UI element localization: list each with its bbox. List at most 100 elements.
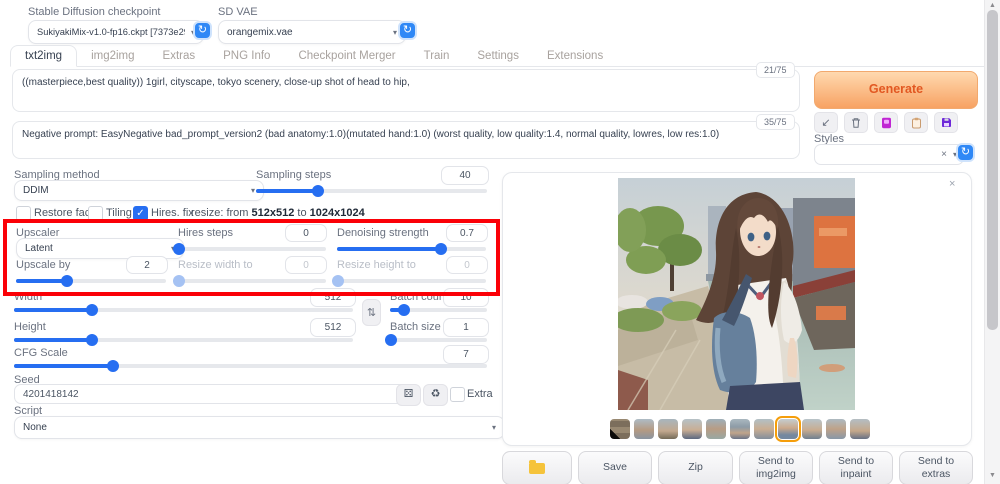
generate-button[interactable]: Generate — [814, 71, 978, 109]
sampling-method-value: DDIM — [23, 185, 49, 196]
refresh-icon: ↻ — [402, 24, 413, 36]
restore-faces-checkbox[interactable] — [16, 206, 31, 221]
clear-styles-icon[interactable]: × — [941, 149, 947, 160]
tab-settings[interactable]: Settings — [463, 46, 533, 66]
denoising-strength-input[interactable] — [446, 224, 488, 242]
sampling-steps-slider[interactable] — [256, 185, 487, 197]
refresh-icon: ↻ — [197, 24, 208, 36]
hires-fix-checkbox[interactable]: ✓ — [133, 206, 148, 221]
width-slider[interactable] — [14, 304, 353, 316]
refresh-styles-button[interactable]: ↻ — [956, 143, 975, 162]
extra-networks-card-icon — [881, 117, 891, 128]
swap-width-height-button[interactable]: ⇅ — [362, 299, 381, 326]
resize-width-slider[interactable] — [173, 275, 326, 287]
resize-width-label: Resize width to — [178, 259, 253, 271]
tab-txt2img[interactable]: txt2img — [10, 45, 78, 67]
clipboard-icon — [911, 117, 921, 128]
reuse-seed-button[interactable]: ♻ — [423, 384, 448, 406]
paste-arrow-icon: ↙ — [821, 117, 831, 129]
paste-params-button[interactable]: ↙ — [814, 112, 838, 133]
script-dropdown[interactable]: None ▾ — [14, 416, 505, 439]
send-to-img2img-button[interactable]: Send to img2img — [739, 451, 813, 484]
extra-seed-checkbox[interactable] — [450, 387, 465, 402]
gallery-thumbnail[interactable] — [706, 419, 726, 439]
negative-prompt-input[interactable]: Negative prompt: EasyNegative bad_prompt… — [12, 121, 800, 159]
checkpoint-dropdown[interactable]: SukiyakiMix-v1.0-fp16.ckpt [7373e2927c] … — [28, 20, 204, 44]
checkpoint-value: SukiyakiMix-v1.0-fp16.ckpt [7373e2927c] — [37, 27, 185, 37]
gallery-thumbnail-selected[interactable] — [775, 416, 801, 442]
gallery-thumbnail[interactable] — [634, 419, 654, 439]
width-label: Width — [14, 291, 43, 303]
hires-steps-label: Hires steps — [178, 227, 234, 239]
cfg-scale-label: CFG Scale — [14, 347, 68, 359]
resize-height-slider[interactable] — [332, 275, 486, 287]
tiling-label: Tiling — [106, 207, 132, 219]
clear-prompt-button[interactable] — [844, 112, 868, 133]
upscaler-value: Latent — [25, 243, 53, 254]
send-to-extras-button[interactable]: Send to extras — [899, 451, 973, 484]
resize-height-input[interactable] — [446, 256, 488, 274]
checkpoint-label: Stable Diffusion checkpoint — [28, 6, 161, 18]
gallery-thumbnail[interactable] — [658, 419, 678, 439]
save-button[interactable]: Save — [578, 451, 652, 484]
height-slider[interactable] — [14, 334, 353, 346]
tab-png-info[interactable]: PNG Info — [209, 46, 284, 66]
extra-networks-button[interactable] — [874, 112, 898, 133]
tiling-checkbox[interactable] — [88, 206, 103, 221]
zip-button[interactable]: Zip — [658, 451, 733, 484]
prompt-tools-row: ↙ — [814, 112, 958, 133]
sampling-steps-label: Sampling steps — [256, 169, 332, 181]
open-folder-button[interactable] — [502, 451, 572, 484]
close-gallery-icon[interactable]: × — [947, 176, 957, 192]
gallery-thumbnail[interactable] — [802, 419, 822, 439]
chevron-down-icon: ▾ — [250, 186, 255, 195]
apply-styles-button[interactable] — [904, 112, 928, 133]
hires-steps-input[interactable] — [285, 224, 327, 242]
send-to-inpaint-button[interactable]: Send to inpaint — [819, 451, 893, 484]
gallery-thumbnail-strip — [610, 416, 870, 442]
upscale-by-input[interactable] — [126, 256, 168, 274]
script-value: None — [23, 422, 47, 433]
refresh-checkpoints-button[interactable]: ↻ — [193, 21, 212, 40]
tab-extras[interactable]: Extras — [149, 46, 210, 66]
batch-count-label: Batch count — [390, 291, 449, 303]
styles-dropdown[interactable]: × ▾ — [814, 144, 964, 165]
sampling-steps-input[interactable] — [441, 166, 489, 185]
denoising-strength-label: Denoising strength — [337, 227, 429, 239]
scrollbar-thumb[interactable] — [987, 10, 998, 330]
tab-checkpoint-merger[interactable]: Checkpoint Merger — [284, 46, 409, 66]
random-seed-button[interactable]: ⚄ — [396, 384, 421, 406]
resize-width-input[interactable] — [285, 256, 327, 274]
vae-dropdown[interactable]: orangemix.vae ▾ — [218, 20, 406, 44]
gallery-thumbnail[interactable] — [610, 419, 630, 439]
refresh-vae-button[interactable]: ↻ — [398, 21, 417, 40]
gallery-thumbnail[interactable] — [850, 419, 870, 439]
gallery-thumbnail[interactable] — [730, 419, 750, 439]
floppy-save-icon — [941, 118, 951, 127]
sd-webui-app: Stable Diffusion checkpoint SukiyakiMix-… — [0, 0, 1000, 484]
batch-count-slider[interactable] — [390, 304, 487, 316]
prompt-input[interactable]: ((masterpiece,best quality)) 1girl, city… — [12, 69, 800, 112]
tab-extensions[interactable]: Extensions — [533, 46, 617, 66]
cfg-scale-slider[interactable] — [14, 360, 487, 372]
gallery-thumbnail[interactable] — [682, 419, 702, 439]
denoising-strength-slider[interactable] — [337, 243, 486, 255]
generated-image[interactable] — [618, 178, 855, 410]
page-scrollbar[interactable]: ▲ ▼ — [984, 0, 1000, 484]
tab-train[interactable]: Train — [410, 46, 464, 66]
trash-icon — [852, 117, 860, 128]
refresh-icon: ↻ — [960, 146, 971, 158]
scroll-up-icon[interactable]: ▲ — [989, 2, 996, 9]
seed-input[interactable] — [14, 384, 420, 404]
sampling-method-dropdown[interactable]: DDIM ▾ — [14, 180, 264, 201]
save-style-button[interactable] — [934, 112, 958, 133]
gallery-thumbnail[interactable] — [754, 419, 774, 439]
scroll-down-icon[interactable]: ▼ — [989, 472, 996, 479]
upscale-by-slider[interactable] — [16, 275, 166, 287]
check-icon: ✓ — [136, 208, 145, 219]
tab-img2img[interactable]: img2img — [77, 46, 148, 66]
gallery-thumbnail[interactable] — [826, 419, 846, 439]
hires-steps-slider[interactable] — [173, 243, 326, 255]
batch-size-label: Batch size — [390, 321, 441, 333]
dice-icon: ⚄ — [403, 388, 414, 400]
